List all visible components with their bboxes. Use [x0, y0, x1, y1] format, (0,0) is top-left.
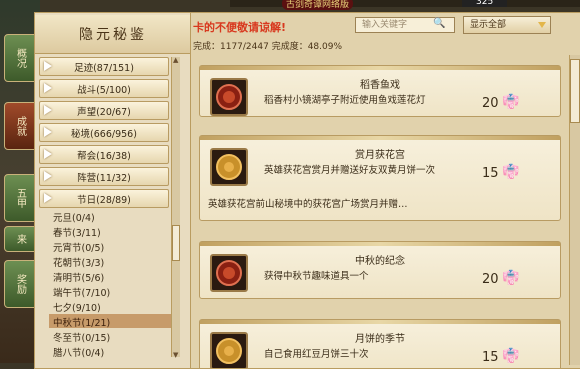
side-tab-lai[interactable]: 来	[4, 226, 36, 252]
panel-title: 隐元秘鉴	[35, 15, 191, 54]
notice-banner: 卡的不便敬请谅解!	[193, 21, 287, 34]
achievement-desc: 英雄获花宫赏月并赠送好友双黄月饼一次	[264, 165, 436, 176]
robe-icon: 👘	[502, 270, 520, 286]
subitem-label: 花朝节(3/3)	[53, 258, 105, 269]
achievement-points: 20	[482, 272, 499, 287]
subitem-label: 春节(3/11)	[53, 228, 101, 239]
subitem-qingming[interactable]: 清明节(5/6)	[53, 269, 163, 284]
achievement-title: 中秋的纪念	[355, 256, 405, 267]
subitem-flower[interactable]: 花朝节(3/3)	[53, 254, 163, 269]
scroll-down-icon[interactable]: ▼	[173, 351, 178, 359]
subitem-lantern[interactable]: 元宵节(0/5)	[53, 239, 163, 254]
robe-icon: 👘	[502, 94, 520, 110]
category-festival[interactable]: 节日(28/89)	[39, 189, 169, 208]
scroll-thumb[interactable]	[172, 225, 180, 261]
side-tab-wujia[interactable]: 五甲	[4, 174, 36, 222]
subitem-label: 冬至节(0/15)	[53, 333, 111, 344]
subitem-newyear[interactable]: 元旦(0/4)	[53, 209, 163, 224]
achievement-desc-expanded: 英雄获花宫前山秘境中的获花宫广场赏月并赠…	[208, 199, 408, 210]
achievement-desc: 获得中秋节趣味道具一个	[264, 271, 369, 282]
subitem-label: 端午节(7/10)	[53, 288, 111, 299]
subitem-midautumn[interactable]: 中秋节(1/21)	[49, 314, 171, 329]
achievement-list: 稻香鱼戏 稻香村小镜湖亭子附近使用鱼戏莲花灯 20 👘 赏月获花宫 英雄获花宫赏…	[191, 55, 567, 368]
subitem-winter-solstice[interactable]: 冬至节(0/15)	[53, 329, 163, 344]
subitem-label: 元旦(0/4)	[53, 213, 95, 224]
filter-value: 显示全部	[470, 20, 507, 30]
achievement-card[interactable]: 赏月获花宫 英雄获花宫赏月并赠送好友双黄月饼一次 英雄获花宫前山秘境中的获花宫广…	[199, 135, 561, 221]
achievement-card[interactable]: 中秋的纪念 获得中秋节趣味道具一个 20 👘	[199, 241, 561, 299]
category-label: 战斗(5/100)	[77, 85, 131, 96]
achievement-title: 稻香鱼戏	[360, 80, 400, 91]
category-guild[interactable]: 帮会(16/38)	[39, 145, 169, 164]
achievement-points: 20	[482, 96, 499, 111]
achievement-points: 15	[482, 166, 499, 181]
chevron-down-icon	[538, 22, 546, 28]
subitem-label: 中秋节(1/21)	[53, 318, 111, 329]
robe-icon: 👘	[502, 164, 520, 180]
subitem-label: 腊八节(0/4)	[53, 348, 105, 359]
achievement-list-panel: 卡的不便敬请谅解! 输入关键字 🔍 显示全部 完成：1177/2447 完成度：…	[190, 12, 580, 369]
category-battle[interactable]: 战斗(5/100)	[39, 79, 169, 98]
side-tab-rewards[interactable]: 奖励	[4, 260, 36, 308]
search-icon[interactable]: 🔍	[433, 18, 445, 30]
category-reputation[interactable]: 声望(20/67)	[39, 101, 169, 120]
robe-icon: 👘	[502, 348, 520, 364]
achievement-title: 月饼的季节	[355, 334, 405, 345]
category-label: 帮会(16/38)	[77, 151, 131, 162]
category-label: 节日(28/89)	[77, 195, 131, 206]
achievement-scrollbar[interactable]	[569, 55, 580, 365]
subitem-dragonboat[interactable]: 端午节(7/10)	[53, 284, 163, 299]
card-strip	[200, 320, 560, 324]
achievement-card[interactable]: 稻香鱼戏 稻香村小镜湖亭子附近使用鱼戏莲花灯 20 👘	[199, 65, 561, 117]
achievement-card[interactable]: 月饼的季节 自己食用红豆月饼三十次 15 👘	[199, 319, 561, 368]
subitem-label: 七夕(9/10)	[53, 303, 101, 314]
subitem-label: 元宵节(0/5)	[53, 243, 105, 254]
scroll-up-icon[interactable]: ▲	[173, 56, 178, 64]
subitem-laba[interactable]: 腊八节(0/4)	[53, 344, 163, 359]
filter-dropdown[interactable]: 显示全部	[463, 16, 551, 34]
category-dungeon[interactable]: 秘境(666/956)	[39, 123, 169, 142]
card-strip	[200, 136, 560, 140]
achievement-desc: 稻香村小镜湖亭子附近使用鱼戏莲花灯	[264, 95, 426, 106]
category-label: 秘境(666/956)	[71, 129, 137, 140]
side-tab-achievement[interactable]: 成就	[4, 102, 36, 150]
scroll-thumb[interactable]	[570, 59, 580, 123]
subitem-label: 清明节(5/6)	[53, 273, 105, 284]
subitem-spring-festival[interactable]: 春节(3/11)	[53, 224, 163, 239]
subitem-qixi[interactable]: 七夕(9/10)	[53, 299, 163, 314]
category-label: 足迹(87/151)	[74, 63, 134, 74]
category-camp[interactable]: 阵营(11/32)	[39, 167, 169, 186]
achievement-desc: 自己食用红豆月饼三十次	[264, 349, 369, 360]
achievement-window: 概况 成就 五甲 来 奖励 隐元秘鉴 足迹(87/151) 战斗(5/100) …	[0, 4, 580, 369]
category-panel: 隐元秘鉴 足迹(87/151) 战斗(5/100) 声望(20/67) 秘境(6…	[34, 12, 191, 369]
category-label: 阵营(11/32)	[77, 173, 131, 184]
category-footprint[interactable]: 足迹(87/151)	[39, 57, 169, 76]
side-tab-overview[interactable]: 概况	[4, 34, 36, 82]
card-strip	[200, 242, 560, 246]
card-strip	[200, 66, 560, 70]
category-label: 声望(20/67)	[77, 107, 131, 118]
category-scrollbar[interactable]: ▲ ▼	[171, 56, 180, 359]
completion-stats: 完成：1177/2447 完成度：48.09%	[193, 42, 343, 52]
achievement-title: 赏月获花宫	[355, 150, 405, 161]
